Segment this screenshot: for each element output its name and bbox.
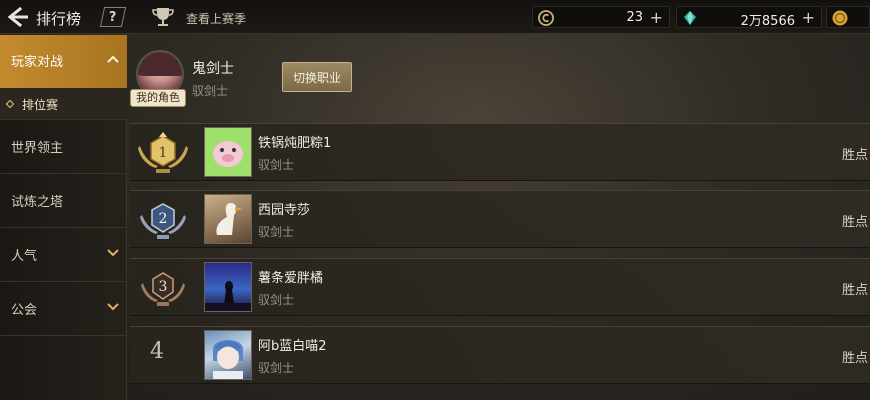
- page-title: 排行榜: [36, 10, 82, 28]
- gold-counter: [826, 6, 870, 28]
- switch-class-button[interactable]: 切换职业: [282, 62, 352, 92]
- score-label: 胜点: [841, 148, 868, 163]
- sidebar-item-label: 世界领主: [11, 141, 64, 156]
- gem-value: 2万8566: [740, 14, 795, 29]
- silhouette-sky-icon: [205, 281, 251, 311]
- top-bar: 排行榜 ? 查看上赛季 23 + 2万8566 +: [0, 0, 870, 34]
- sidebar-item-label: 公会: [11, 303, 38, 318]
- sidebar-item-world-boss[interactable]: 世界领主: [0, 121, 127, 174]
- sidebar-item-label: 玩家对战: [11, 55, 64, 70]
- sidebar-subitem-ranked[interactable]: 排位赛: [0, 88, 127, 120]
- sidebar: 玩家对战 排位赛 世界领主 试炼之塔 人气 公会: [0, 35, 127, 400]
- last-season-link[interactable]: 查看上赛季: [186, 10, 246, 27]
- player-name: 薯条爱胖橘: [258, 271, 324, 286]
- goose-photo-icon: [216, 203, 243, 235]
- gold-icon: [832, 10, 848, 26]
- player-class: 驭剑士: [258, 361, 295, 375]
- my-character-name: 鬼剑士: [192, 61, 234, 77]
- avatar[interactable]: [204, 262, 252, 312]
- sidebar-subitem-label: 排位赛: [22, 98, 59, 112]
- my-character-badge: 我的角色: [130, 89, 186, 107]
- help-button[interactable]: ?: [99, 7, 127, 27]
- sidebar-item-popularity[interactable]: 人气: [0, 229, 127, 282]
- sidebar-item-label: 试炼之塔: [11, 195, 64, 210]
- coin-counter: 23 +: [532, 6, 670, 28]
- bronze-medal-icon: 3: [141, 272, 185, 306]
- player-name: 西园寺莎: [258, 203, 311, 218]
- back-arrow-icon[interactable]: [4, 5, 30, 29]
- trophy-icon[interactable]: [150, 5, 176, 29]
- sidebar-item-guild[interactable]: 公会: [0, 283, 127, 336]
- avatar[interactable]: [204, 330, 252, 380]
- gem-counter: 2万8566 +: [676, 6, 822, 29]
- table-row[interactable]: 4 阿b蓝白喵2 驭剑士 胜点: [130, 326, 870, 384]
- chevron-down-icon: [107, 303, 119, 311]
- question-icon: ?: [109, 9, 117, 25]
- my-character-card: 我的角色 鬼剑士 驭剑士 切换职业: [130, 44, 870, 116]
- sidebar-item-label: 人气: [11, 249, 38, 264]
- gem-icon: [684, 11, 696, 25]
- rank-number: 2: [159, 211, 168, 227]
- diamond-bullet-icon: [5, 99, 15, 109]
- table-row[interactable]: 2 西园寺莎 驭剑士 胜点: [130, 190, 870, 248]
- add-gem-button[interactable]: +: [802, 8, 815, 27]
- avatar[interactable]: [204, 127, 252, 177]
- gold-medal-icon: 1: [138, 132, 188, 173]
- silver-medal-icon: 2: [140, 203, 186, 239]
- anime-portrait-icon: [213, 340, 243, 379]
- sidebar-item-trial-tower[interactable]: 试炼之塔: [0, 175, 127, 228]
- table-row[interactable]: 1 铁锅炖肥粽1 驭剑士 胜点: [130, 123, 870, 181]
- rank-number: 1: [159, 145, 168, 161]
- player-class: 驭剑士: [258, 293, 295, 307]
- player-class: 驭剑士: [258, 225, 295, 239]
- player-class: 驭剑士: [258, 158, 295, 172]
- table-row[interactable]: 3 薯条爱胖橘 驭剑士 胜点: [130, 258, 870, 316]
- chevron-up-icon: [107, 55, 119, 63]
- rank-number: 3: [159, 279, 168, 295]
- chevron-down-icon: [107, 249, 119, 257]
- coin-icon: [538, 10, 554, 26]
- rank-number: 4: [150, 339, 164, 364]
- player-name: 铁锅炖肥粽1: [258, 136, 332, 151]
- my-character-class: 驭剑士: [192, 84, 229, 98]
- coin-value: 23: [626, 10, 643, 25]
- player-name: 阿b蓝白喵2: [258, 339, 327, 354]
- pig-cartoon-icon: [213, 141, 243, 167]
- score-label: 胜点: [841, 215, 868, 230]
- sidebar-item-pvp[interactable]: 玩家对战: [0, 35, 127, 88]
- avatar[interactable]: [204, 194, 252, 244]
- score-label: 胜点: [841, 351, 868, 366]
- score-label: 胜点: [841, 283, 868, 298]
- add-coin-button[interactable]: +: [650, 8, 663, 27]
